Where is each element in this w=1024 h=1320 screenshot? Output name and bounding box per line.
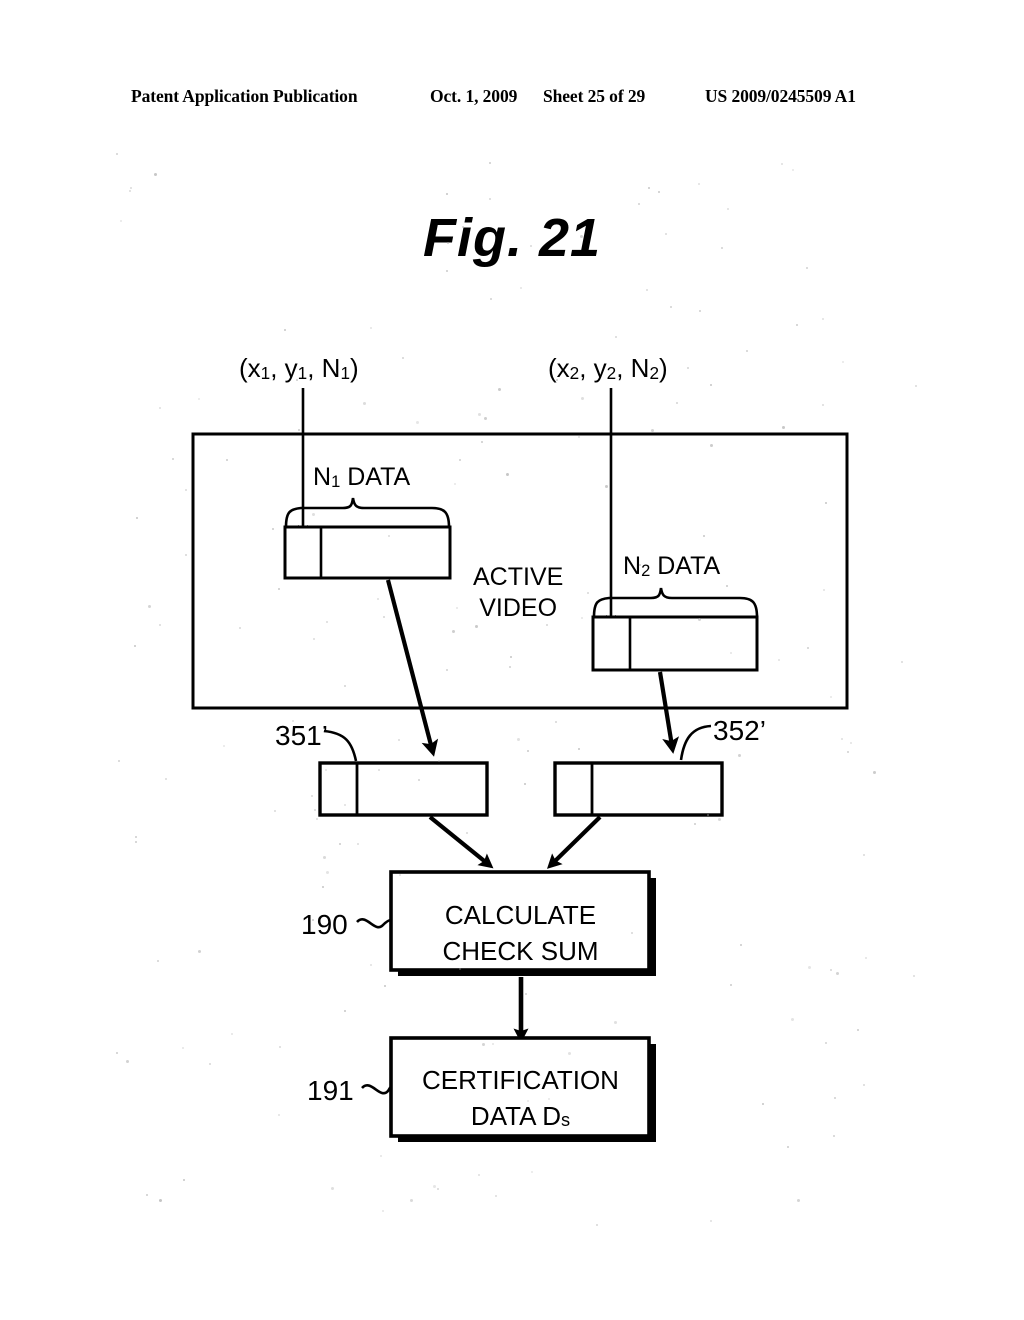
reference-label-190: 190 [301,909,348,940]
leader-351 [323,729,358,762]
n1-data-label: N1 DATA [313,463,411,491]
reference-label-191: 191 [307,1075,354,1106]
reference-label-351: 351’ [275,720,328,751]
n2-data-label: N2 DATA [623,552,721,580]
leader-191 [361,1084,392,1095]
coord-label-1: (x1, y1, N1) [239,353,359,384]
leader-352 [679,724,712,761]
certification-box-line-1: CERTIFICATION [422,1065,619,1095]
active-video-line-1: ACTIVE [473,563,564,591]
arrow-n1-to-351 [385,579,439,757]
calculate-box-text: CALCULATE CHECK SUM [393,898,648,970]
n1-data-box [283,525,452,580]
n2-data-box [591,615,759,672]
certification-data-subscript: s [560,1109,571,1130]
certification-data-main: DATA D [470,1100,561,1131]
active-video-label: ACTIVE VIDEO [473,562,563,623]
calculate-box-line-1: CALCULATE [444,900,597,930]
certification-box-line-2: DATA Ds [393,1099,648,1135]
packet-box-352 [553,761,724,817]
n2-brace [592,587,759,619]
packet-box-351 [318,761,489,817]
arrow-351-to-calc [428,815,494,869]
leader-190 [356,918,392,929]
active-video-line-2: VIDEO [479,593,558,622]
certification-box-text: CERTIFICATION DATA Ds [393,1063,648,1135]
calculate-box-line-2: CHECK SUM [442,935,599,966]
reference-label-352: 352’ [713,715,766,746]
coord-label-2: (x2, y2, N2) [548,353,668,384]
n1-brace [284,497,451,529]
arrow-352-to-calc [546,815,602,869]
